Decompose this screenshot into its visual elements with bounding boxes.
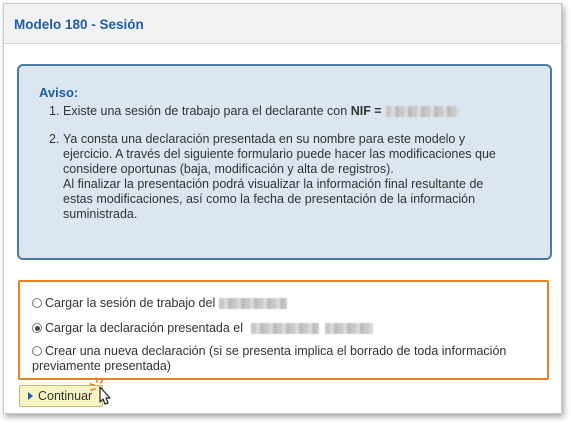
redacted-nif xyxy=(385,106,458,118)
nif-label: NIF = xyxy=(350,104,382,118)
notice-item-text: Existe una sesión de trabajo para el dec… xyxy=(63,104,351,118)
option-label: Cargar la declaración presentada el xyxy=(45,321,244,335)
option-load-declaration[interactable]: Cargar la declaración presentada el xyxy=(32,321,374,336)
notice-line: considere oportunas (baja, modificación … xyxy=(63,162,394,176)
redacted-date xyxy=(251,323,320,335)
option-label-line2: previamente presentada) xyxy=(32,359,171,373)
notice-line: Ya consta una declaración presentada en … xyxy=(63,132,466,146)
notice-line: Al finalizar la presentación podrá visua… xyxy=(63,177,484,191)
title-bar: Modelo 180 - Sesión xyxy=(4,4,561,44)
option-label: Cargar la sesión de trabajo del xyxy=(45,296,216,310)
notice-line: ejercicio. A través del siguiente formul… xyxy=(63,147,496,161)
notice-box: Aviso: 1. Existe una sesión de trabajo p… xyxy=(17,64,552,260)
continue-label: Continuar xyxy=(38,389,93,403)
option-load-session[interactable]: Cargar la sesión de trabajo del xyxy=(32,296,288,311)
hand-pointer-icon xyxy=(89,377,111,405)
radio-load-session[interactable] xyxy=(32,298,42,308)
radio-new-declaration[interactable] xyxy=(32,346,42,356)
redacted-time xyxy=(325,323,374,335)
window-title: Modelo 180 - Sesión xyxy=(14,17,144,32)
option-label: Crear una nueva declaración (si se prese… xyxy=(45,344,507,358)
option-new-declaration[interactable]: Crear una nueva declaración (si se prese… xyxy=(32,344,506,374)
radio-load-declaration[interactable] xyxy=(32,323,42,333)
dialog-window: Modelo 180 - Sesión Aviso: 1. Existe una… xyxy=(3,3,562,414)
notice-line: suministrada. xyxy=(63,207,138,221)
notice-line: estas modificaciones, así como la fecha … xyxy=(63,192,476,206)
triangle-right-icon xyxy=(28,392,33,400)
notice-list: 1. Existe una sesión de trabajo para el … xyxy=(49,104,539,222)
notice-item-number: 1. xyxy=(49,104,60,118)
options-box: Cargar la sesión de trabajo del Cargar l… xyxy=(18,280,549,380)
notice-item-1: 1. Existe una sesión de trabajo para el … xyxy=(49,104,539,119)
notice-item-number: 2. xyxy=(49,132,60,146)
notice-title: Aviso: xyxy=(39,85,79,100)
redacted-name xyxy=(219,298,288,310)
notice-item-2: 2. Ya consta una declaración presentada … xyxy=(49,132,539,222)
